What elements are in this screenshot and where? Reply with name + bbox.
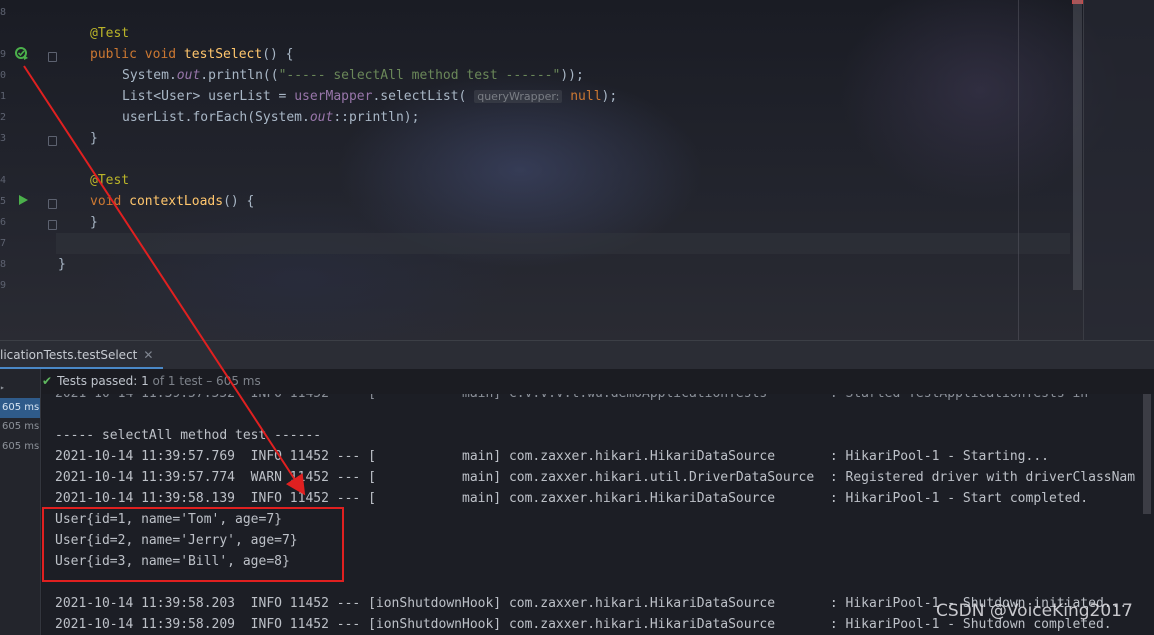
watermark: CSDN @VoiceKing2017 bbox=[936, 601, 1133, 621]
annotation-arrow bbox=[23, 65, 306, 496]
